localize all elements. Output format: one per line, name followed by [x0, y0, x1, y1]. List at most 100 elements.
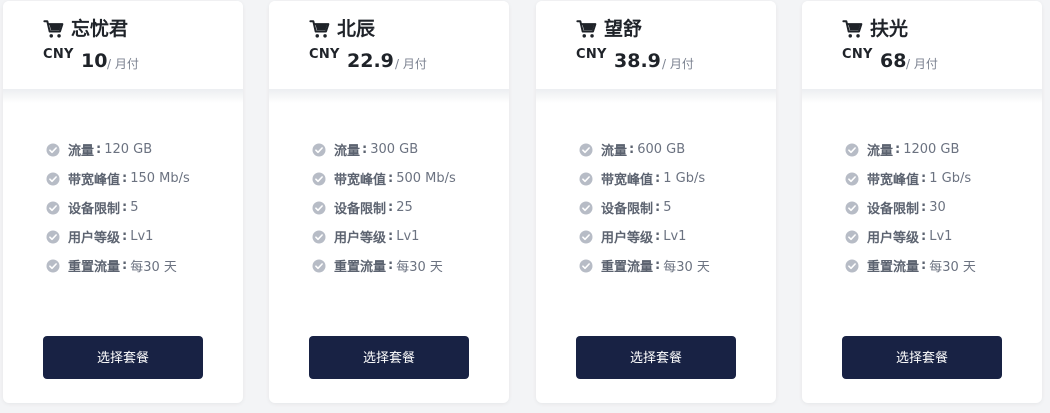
feature-separator: :: [122, 258, 128, 273]
feature-separator: :: [921, 258, 927, 273]
feature-value: 1200 GB: [903, 142, 960, 157]
feature-value: 25: [396, 200, 413, 215]
feature-item: 用户等级: Lv1: [845, 222, 976, 251]
feature-separator: :: [122, 171, 128, 186]
plan-title-row: 扶光: [842, 15, 908, 43]
plan-name: 望舒: [604, 18, 643, 40]
plan-name: 北辰: [337, 18, 376, 40]
check-circle-icon: [46, 230, 60, 243]
feature-key: 流量: [601, 144, 628, 159]
feature-separator: :: [388, 171, 394, 186]
feature-value: Lv1: [663, 229, 687, 244]
plan-title-row: 望舒: [576, 15, 642, 43]
plan-card-header: 北辰 CNY 22.9 / 月付: [269, 1, 509, 91]
feature-item: 流量:600 GB: [579, 135, 710, 164]
feature-separator: :: [388, 258, 394, 273]
select-plan-button[interactable]: 选择套餐: [43, 336, 203, 379]
feature-key: 带宽峰值: [68, 173, 121, 188]
feature-value: 150 Mb/s: [130, 171, 190, 186]
check-circle-icon: [312, 259, 326, 272]
select-plan-button[interactable]: 选择套餐: [576, 336, 736, 379]
currency-label: CNY: [576, 47, 607, 62]
feature-separator: :: [921, 229, 927, 244]
price-amount: 68: [880, 50, 907, 72]
plan-card: 望舒 CNY 38.9 / 月付 流量:600 GB 带宽峰值:1 Gb/s 设…: [536, 1, 776, 403]
feature-value: Lv1: [396, 229, 420, 244]
header-divider: [269, 89, 509, 103]
feature-separator: :: [388, 200, 394, 215]
plan-title-row: 忘忧君: [43, 15, 128, 43]
header-divider: [802, 89, 1042, 103]
check-circle-icon: [46, 201, 60, 214]
feature-item: 重置流量: 每30 天: [312, 251, 456, 280]
feature-item: 设备限制:5: [46, 193, 190, 222]
check-circle-icon: [579, 172, 593, 185]
price-amount: 10: [81, 50, 108, 72]
feature-list: 流量:120 GB 带宽峰值:150 Mb/s 设备限制:5 用户等级: Lv1 …: [46, 135, 190, 280]
currency-label: CNY: [309, 47, 340, 62]
feature-separator: :: [921, 171, 927, 186]
header-divider: [536, 89, 776, 103]
feature-item: 设备限制:25: [312, 193, 456, 222]
feature-separator: :: [895, 142, 901, 157]
feature-key: 带宽峰值: [867, 173, 920, 188]
feature-key: 流量: [68, 144, 95, 159]
plan-card: 北辰 CNY 22.9 / 月付 流量: 300 GB 带宽峰值:500 Mb/s…: [269, 1, 509, 403]
select-plan-button[interactable]: 选择套餐: [842, 336, 1002, 379]
billing-period: / 月付: [906, 57, 938, 71]
feature-separator: :: [655, 171, 661, 186]
feature-value: 300 GB: [370, 142, 419, 157]
feature-item: 带宽峰值:500 Mb/s: [312, 164, 456, 193]
shopping-cart-icon: [842, 20, 863, 38]
feature-value: 每30 天: [929, 260, 976, 275]
check-circle-icon: [46, 259, 60, 272]
feature-key: 重置流量: [867, 260, 920, 275]
feature-value: 每30 天: [130, 260, 177, 275]
currency-label: CNY: [43, 47, 74, 62]
feature-key: 用户等级: [334, 231, 387, 246]
feature-key: 流量: [334, 144, 361, 159]
feature-value: 500 Mb/s: [396, 171, 456, 186]
feature-key: 设备限制: [867, 202, 920, 217]
feature-item: 流量:120 GB: [46, 135, 190, 164]
plan-name: 忘忧君: [71, 18, 129, 40]
feature-key: 带宽峰值: [601, 173, 654, 188]
price-amount: 22.9: [347, 50, 394, 72]
plan-card: 忘忧君 CNY 10 / 月付 流量:120 GB 带宽峰值:150 Mb/s …: [3, 1, 243, 403]
check-circle-icon: [579, 259, 593, 272]
feature-list: 流量:1200 GB 带宽峰值:1 Gb/s 设备限制:30 用户等级: Lv1 …: [845, 135, 976, 280]
feature-value: 1 Gb/s: [663, 171, 706, 186]
feature-key: 设备限制: [68, 202, 121, 217]
check-circle-icon: [845, 201, 859, 214]
check-circle-icon: [312, 201, 326, 214]
billing-period: / 月付: [395, 57, 427, 71]
feature-value: 每30 天: [663, 260, 710, 275]
price-amount: 38.9: [614, 50, 661, 72]
feature-key: 重置流量: [334, 260, 387, 275]
feature-value: Lv1: [130, 229, 154, 244]
feature-value: 30: [929, 200, 946, 215]
feature-separator: :: [629, 142, 635, 157]
check-circle-icon: [312, 143, 326, 156]
shopping-cart-icon: [309, 20, 330, 38]
feature-key: 用户等级: [867, 231, 920, 246]
feature-list: 流量:300 GB 带宽峰值:500 Mb/s 设备限制:25 用户等级: Lv1…: [312, 135, 456, 280]
feature-item: 带宽峰值:150 Mb/s: [46, 164, 190, 193]
feature-value: 5: [130, 200, 139, 215]
check-circle-icon: [579, 201, 593, 214]
feature-key: 用户等级: [68, 231, 121, 246]
plan-card: 扶光 CNY 68 / 月付 流量:1200 GB 带宽峰值:1 Gb/s 设备…: [802, 1, 1042, 403]
feature-item: 设备限制:30: [845, 193, 976, 222]
billing-period: / 月付: [107, 57, 139, 71]
feature-separator: :: [655, 200, 661, 215]
feature-value: 120 GB: [104, 142, 153, 157]
select-plan-button[interactable]: 选择套餐: [309, 336, 469, 379]
check-circle-icon: [46, 143, 60, 156]
feature-item: 用户等级: Lv1: [579, 222, 710, 251]
feature-separator: :: [921, 200, 927, 215]
check-circle-icon: [579, 143, 593, 156]
check-circle-icon: [845, 172, 859, 185]
plan-name: 扶光: [870, 18, 909, 40]
feature-item: 重置流量: 每30 天: [845, 251, 976, 280]
feature-value: 5: [663, 200, 672, 215]
